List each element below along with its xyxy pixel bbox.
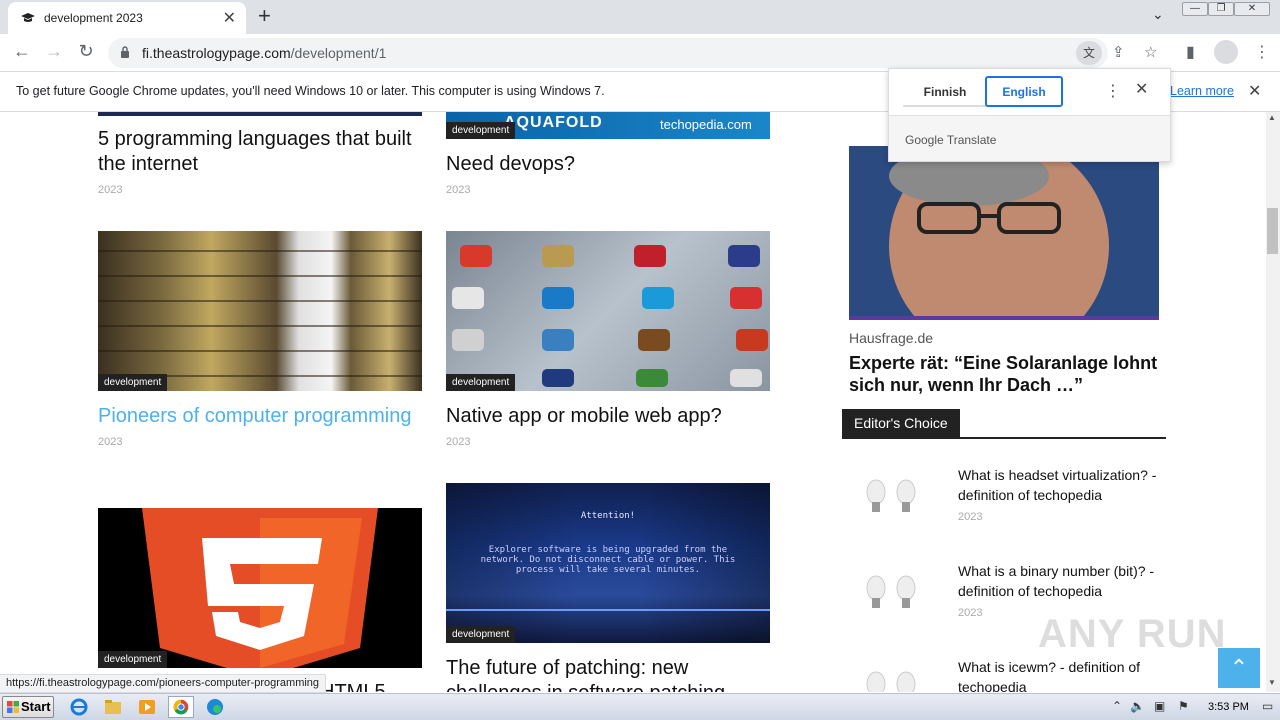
category-badge[interactable]: development [446,626,516,643]
lock-icon[interactable] [120,46,130,58]
windows-flag-icon [7,701,19,713]
file-explorer-icon[interactable] [102,697,124,717]
chrome-taskbar-icon[interactable] [168,696,194,718]
url-text[interactable]: fi.theastrologypage.com/development/1 [142,45,386,61]
category-badge[interactable]: development [446,122,516,139]
section-divider [842,437,1166,439]
anyrun-watermark: ANY RUN [1038,612,1227,656]
tab-close-icon[interactable]: ✕ [223,8,236,28]
windows-taskbar: Start ⌃ 🔈 ▣ ⚑ 3:53 PM ▭ [0,693,1280,720]
forward-arrow-icon[interactable]: → [42,41,66,62]
page-scrollbar[interactable] [1266,112,1280,692]
browser-toolbar: ← → ↻ fi.theastrologypage.com/developmen… [0,34,1280,72]
restore-window-icon[interactable]: ❐ [1208,2,1234,16]
article-title[interactable]: 5 programming languages that built the i… [98,127,438,177]
tab-strip: development 2023 ✕ + ⌄ — ❐ ✕ [0,0,1280,34]
network-icon[interactable]: ▣ [1154,699,1165,713]
article-thumbnail[interactable]: development [98,231,422,391]
image-caption-left: AQUAFOLD [504,114,603,131]
site-favicon-icon [21,13,35,22]
lightbulb-image[interactable] [856,466,926,536]
page-content: 5 programming languages that built the i… [0,112,1266,692]
article-thumbnail[interactable] [98,112,422,116]
article-date: 2023 [446,436,471,448]
category-badge[interactable]: development [446,374,516,391]
article-title[interactable]: Native app or mobile web app? [446,404,722,429]
link-status-bubble: https://fi.theastrologypage.com/pioneers… [0,674,327,693]
article-date: 2023 [446,184,471,196]
infobar-close-icon[interactable]: ✕ [1248,81,1261,101]
taskbar-clock[interactable]: 3:53 PM [1208,701,1249,713]
article-title[interactable]: HTML5 [320,680,386,692]
mechanical-gears-image [98,250,422,377]
article-thumbnail[interactable]: AQUAFOLD techopedia.com development [446,112,770,139]
article-thumbnail[interactable]: development [446,231,770,391]
minimize-window-icon[interactable]: — [1182,2,1208,16]
tab-title: development 2023 [44,11,143,25]
scrollbar-thumb[interactable] [1267,208,1278,254]
editors-choice-title[interactable]: What is icewm? - definition of techopedi… [958,657,1168,692]
article-date: 2023 [98,184,123,196]
translate-icon[interactable]: 文 [1076,41,1102,65]
app-icons-image [452,245,768,387]
volume-icon[interactable]: 🔈 [1130,699,1145,713]
target-language-tab[interactable]: English [985,76,1063,107]
image-text: Explorer software is being upgraded from… [480,545,736,575]
ad-image[interactable] [849,146,1159,320]
new-tab-button[interactable]: + [258,3,271,29]
scroll-up-arrow-icon[interactable]: ▲ [1268,113,1276,122]
editors-choice-date: 2023 [958,511,983,523]
browser-tab[interactable]: development 2023 ✕ [8,2,246,34]
ad-title[interactable]: Experte rät: “Eine Solaranlage lohnt sic… [849,352,1169,396]
editors-choice-title[interactable]: What is headset virtualization? - defini… [958,465,1168,505]
image-line [446,609,770,611]
html5-logo-image [142,508,378,668]
translate-popup: Finnish English ⋮ ✕ Google Translate [888,68,1171,162]
media-player-icon[interactable] [136,697,158,717]
address-bar[interactable]: fi.theastrologypage.com/development/1 文 … [108,38,1157,68]
image-heading: Attention! [580,511,636,521]
chrome-menu-icon[interactable]: ⋮ [1254,42,1270,62]
scroll-down-arrow-icon[interactable]: ▼ [1268,678,1276,687]
article-title[interactable]: The future of patching: new challenges i… [446,656,766,692]
article-title[interactable]: Need devops? [446,152,575,177]
article-date: 2023 [98,436,123,448]
bookmark-star-icon[interactable]: ☆ [1144,43,1157,61]
profile-avatar-icon[interactable] [1214,40,1238,64]
start-label: Start [21,699,51,714]
lightbulb-image[interactable] [856,658,926,692]
back-arrow-icon[interactable]: ← [10,41,34,62]
translate-options-icon[interactable]: ⋮ [1105,81,1121,101]
editors-choice-heading: Editor's Choice [842,409,960,437]
side-panel-icon[interactable]: ▮ [1186,42,1195,62]
translate-close-icon[interactable]: ✕ [1135,79,1148,99]
person-portrait-image [849,146,1159,320]
action-center-flag-icon[interactable]: ⚑ [1178,699,1189,713]
tray-expand-icon[interactable]: ⌃ [1112,699,1122,713]
google-translate-brand: Google Translate [905,133,997,147]
lightbulb-image[interactable] [856,562,926,632]
article-thumbnail[interactable]: development [98,508,422,668]
source-language-tab[interactable]: Finnish [903,77,987,107]
article-thumbnail[interactable]: Attention! Explorer software is being up… [446,483,770,643]
internet-explorer-icon[interactable] [68,697,90,717]
tab-search-chevron-icon[interactable]: ⌄ [1152,6,1164,23]
article-title-hovered[interactable]: Pioneers of computer programming [98,404,411,429]
infobar-message: To get future Google Chrome updates, you… [16,84,605,98]
category-badge[interactable]: development [98,374,168,391]
category-badge[interactable]: development [98,651,168,668]
show-desktop-icon[interactable]: ▭ [1262,699,1273,713]
start-button[interactable]: Start [2,696,54,718]
editors-choice-date: 2023 [958,607,983,619]
ad-source[interactable]: Hausfrage.de [849,330,933,346]
edge-icon[interactable] [204,697,226,717]
learn-more-link[interactable]: Learn more [1170,84,1234,98]
image-caption-right: techopedia.com [660,117,752,132]
share-icon[interactable]: ⇪ [1112,43,1125,61]
close-window-icon[interactable]: ✕ [1234,2,1270,16]
editors-choice-title[interactable]: What is a binary number (bit)? - definit… [958,561,1168,601]
reload-icon[interactable]: ↻ [74,41,98,62]
back-to-top-button[interactable]: ⌃ [1218,648,1260,688]
